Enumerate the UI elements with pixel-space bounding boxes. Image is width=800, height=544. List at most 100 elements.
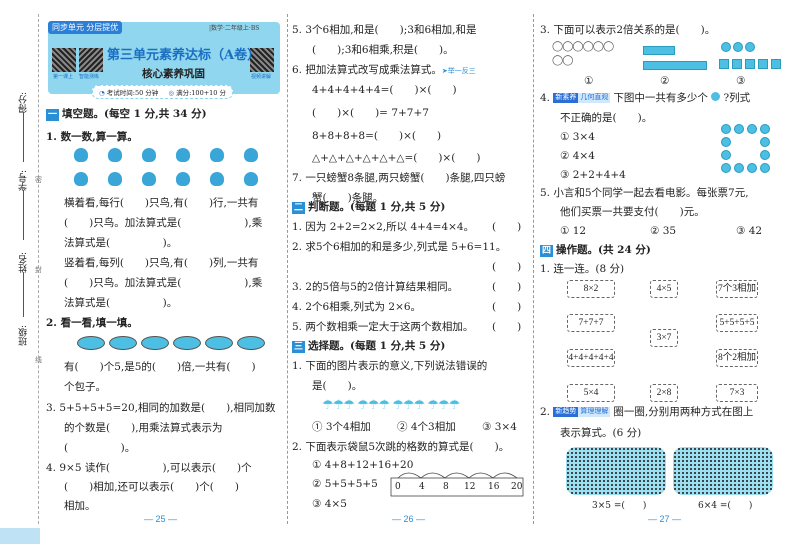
question-text: 竖着看,每列( )只鸟,有( )列,一共有 <box>64 257 259 269</box>
qr-code-icon <box>79 48 103 72</box>
question-text: 7. 一只螃蟹8条腿,两只螃蟹( )条腿,四只螃 <box>292 172 506 184</box>
judge-item: 5. 两个数相乘一定大于这两个数相加。 <box>292 321 474 333</box>
question-text: ?列式 <box>723 92 751 104</box>
dot-grid-panel[interactable] <box>566 447 666 495</box>
option[interactable]: ① 12 <box>560 224 586 238</box>
match-card[interactable]: 4+4+4+4+4 <box>567 349 615 367</box>
question-text: 5. 小言和5个同学一起去看电影。每张票7元, <box>540 187 749 199</box>
section-number: 四 <box>540 245 554 257</box>
option[interactable]: ③ 3×4 <box>482 420 517 434</box>
circle-icon <box>711 92 721 101</box>
score-label: 得分: <box>19 92 29 114</box>
question-text: ( )只鸟。加法算式是( ),乘 <box>64 277 263 289</box>
option[interactable]: ② 4×4 <box>560 149 595 163</box>
option[interactable]: ② 4个3相加 <box>397 420 456 434</box>
match-card[interactable]: 5+5+5+5 <box>716 314 758 332</box>
section-title: 操作题。(共 24 分) <box>556 244 651 256</box>
match-card[interactable]: 4×5 <box>650 280 678 298</box>
page-number: — 27 — <box>648 514 682 524</box>
tick-label: 16 <box>488 482 500 492</box>
section-title: 判断题。(每题 1 分,共 5 分) <box>308 201 446 213</box>
question-text: 3. 下面可以表示2倍关系的是( )。 <box>540 24 716 36</box>
equation-blank[interactable]: 6×4 =( ) <box>698 499 752 513</box>
question-text: △+△+△+△+△+△=( )×( ) <box>312 152 481 164</box>
option[interactable]: ③ 2+2+4+4 <box>560 168 626 182</box>
page-26: 5. 3个6相加,和是( );3和6相加,和是 ( );3和6相乘,积是( )。… <box>292 0 532 544</box>
section-number: 二 <box>292 202 306 214</box>
question-text: 个包子。 <box>64 381 106 393</box>
answer-blank[interactable]: ( ) <box>492 300 521 314</box>
tag-badge: 新趋势 <box>553 407 579 417</box>
question-text: 2. 下面表示袋鼠5次跳的格数的算式是( )。 <box>292 441 510 453</box>
question-text: 相加。 <box>64 500 96 512</box>
page-number: — 25 — <box>144 514 178 524</box>
option[interactable]: ② <box>660 74 669 88</box>
match-card[interactable]: 5×4 <box>567 384 615 402</box>
tick-label: 0 <box>395 482 401 492</box>
question-text: 法算式是( )。 <box>64 297 178 309</box>
question-text: 2. 看一看,填一填。 <box>46 317 138 329</box>
star-icon: ◎ <box>168 89 177 97</box>
option[interactable]: ① 3×4 <box>560 130 595 144</box>
dot-grid-panel[interactable] <box>673 447 773 495</box>
fruits-figure: ◯◯◯◯◯◯ ◯◯ <box>552 41 614 66</box>
option[interactable]: ② 35 <box>650 224 676 238</box>
section-number: 三 <box>292 341 306 353</box>
judge-item: 1. 因为 2+2=2×2,所以 4+4=4×4。 <box>292 221 475 233</box>
option[interactable]: ① 3个4相加 <box>312 420 371 434</box>
question-text: 5. 3个6相加,和是( );3和6相加,和是 <box>292 24 477 36</box>
answer-blank[interactable]: ( ) <box>492 320 521 334</box>
match-card[interactable]: 8个2相加 <box>716 349 758 367</box>
question-text: 6. 把加法算式改写成乘法算式。 <box>292 64 442 76</box>
tag-badge: 几何直观 <box>578 93 611 103</box>
page-title: 第三单元素养达标（A卷） <box>107 48 261 63</box>
question-text: 表示算式。(6 分) <box>560 427 642 439</box>
seal-char: 密 <box>35 176 42 184</box>
question-text: 有( )个5,是5的( )倍,一共有( ) <box>64 361 256 373</box>
subject-label: |数学·二年级上·BS <box>209 25 260 32</box>
section-number: 一 <box>46 109 60 121</box>
match-card[interactable]: 7+7+7 <box>567 314 615 332</box>
question-text: ( )相加,还可以表示( )个( ) <box>64 481 239 493</box>
bar-short <box>643 46 675 55</box>
question-text: 是( )。 <box>312 380 363 392</box>
class-label: 班级: <box>19 325 29 347</box>
qr-caption: 视频讲解 <box>251 74 272 80</box>
equation-blank[interactable]: 3×5 =( ) <box>592 499 646 513</box>
tick-label: 8 <box>443 482 449 492</box>
option[interactable]: ① <box>584 74 593 88</box>
question-text: 圈一圈,分别用两种方式在图上 <box>613 406 754 418</box>
option[interactable]: ③ 4×5 <box>312 497 347 511</box>
option[interactable]: ② 5+5+5+5 <box>312 477 378 491</box>
option[interactable]: ③ 42 <box>736 224 762 238</box>
match-card[interactable]: 3×7 <box>650 329 678 347</box>
tick-label: 4 <box>419 482 425 492</box>
question-text: 横着看,每行( )只鸟,有( )行,一共有 <box>64 197 259 209</box>
bar-long <box>643 61 707 70</box>
option[interactable]: ③ <box>736 74 745 88</box>
student-id-label: 学号: <box>19 170 29 192</box>
answer-blank[interactable]: ( ) <box>492 260 521 274</box>
seal-char: 线 <box>35 356 42 364</box>
match-card[interactable]: 8×2 <box>567 280 615 298</box>
page-27: 3. 下面可以表示2倍关系的是( )。 ◯◯◯◯◯◯ ◯◯ ① ② ③ 4. 新素… <box>540 0 795 544</box>
answer-blank[interactable]: ( ) <box>492 220 521 234</box>
qr-caption: 智能测练 <box>79 74 100 80</box>
question-text: 下图中一共有多少个 <box>613 92 708 104</box>
match-card[interactable]: 7×3 <box>716 384 758 402</box>
series-badge: 同步单元 分层提优 <box>48 21 123 34</box>
question-text: 1. 下面的图片表示的意义,下列说法错误的 <box>292 360 488 372</box>
question-text: 4. 9×5 读作( ),可以表示( )个 <box>46 462 252 474</box>
tick-label: 12 <box>464 482 476 492</box>
full-score: 满分:100+10 分 <box>176 89 226 97</box>
answer-blank[interactable]: ( ) <box>492 280 521 294</box>
question-text: ( )。 <box>64 442 136 454</box>
match-card[interactable]: 7个3相加 <box>716 280 758 298</box>
practice-link[interactable]: ➤举一反三 <box>442 67 476 75</box>
question-text: ( )只鸟。加法算式是( ),乘 <box>64 217 263 229</box>
page-25: 同步单元 分层提优 |数学·二年级上·BS 第一课上 智能测练 视频讲解 第三单… <box>44 0 284 544</box>
question-text: 3. 5+5+5+5=20,相同的加数是( ),相同加数 <box>46 402 276 414</box>
match-card[interactable]: 2×8 <box>650 384 678 402</box>
tag-badge: 算理理解 <box>578 407 611 417</box>
question-text: 1. 数一数,算一算。 <box>46 131 138 143</box>
